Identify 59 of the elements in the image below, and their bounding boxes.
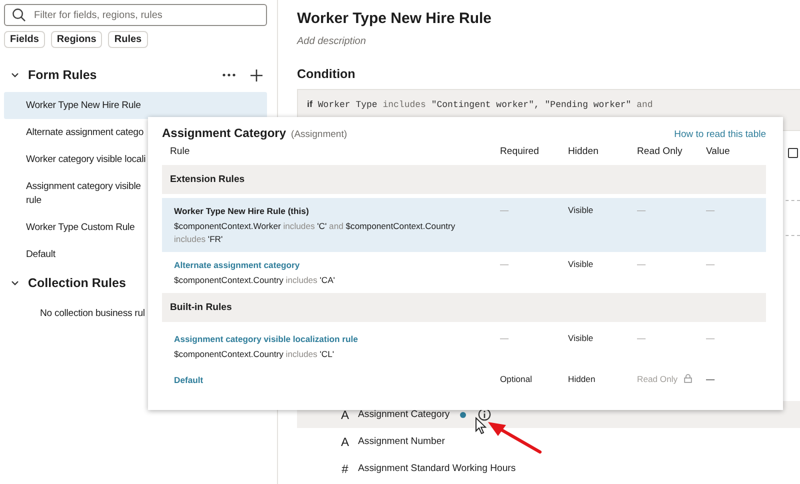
table-cell: —	[637, 259, 646, 269]
table-cell: Read Only	[637, 374, 678, 384]
rule-item[interactable]: Worker Type New Hire Rule	[4, 92, 267, 119]
search-field[interactable]: Filter for fields, regions, rules	[4, 4, 267, 26]
code-line: if Worker Type includes "Contingent worker", "Pending worker" and	[307, 99, 654, 110]
rule-link[interactable]: Alternate assignment category	[174, 259, 300, 271]
rule-name: Worker Type New Hire Rule (this)	[174, 205, 309, 217]
checkbox[interactable]	[788, 148, 798, 158]
mouse-pointer-icon	[475, 417, 487, 435]
table-cell: —	[500, 333, 509, 343]
table-cell: —	[706, 333, 715, 343]
type-icon: A	[340, 434, 350, 448]
filter-chip[interactable]: Regions	[50, 31, 102, 48]
column-header: Read Only	[637, 146, 684, 157]
more-icon[interactable]	[222, 73, 236, 77]
group-title: Extension Rules	[170, 174, 245, 185]
filter-chip[interactable]: Rules	[108, 31, 148, 48]
table-cell: Visible	[568, 205, 594, 215]
section-title: Condition	[297, 67, 356, 81]
field-label[interactable]: Assignment Standard Working Hours	[358, 463, 516, 474]
group-title: Built-in Rules	[170, 302, 232, 313]
column-header: Value	[706, 146, 731, 157]
column-header: Required	[500, 146, 540, 157]
chevron-icon[interactable]	[10, 70, 20, 80]
table-cell: —	[706, 259, 715, 269]
table-cell: Optional	[500, 374, 532, 384]
field-label: Assignment Category	[358, 409, 450, 420]
rule-link[interactable]: Default	[174, 374, 204, 386]
type-icon: #	[340, 462, 350, 476]
description-field[interactable]: Add description	[297, 36, 800, 47]
empty-message: No collection business rul	[40, 308, 145, 319]
info-icon[interactable]	[478, 408, 491, 421]
table-cell: —	[706, 205, 715, 215]
add-icon[interactable]	[250, 68, 263, 82]
search-icon	[12, 8, 26, 22]
table-cell: —	[637, 333, 646, 343]
section-title: Form Rules	[28, 68, 97, 82]
condition-text: $componentContext.Country includes 'CL'	[174, 348, 334, 361]
condition-text: $componentContext.Worker includes 'C' and $componentContext.Country includes 'FR'	[174, 220, 456, 246]
popover-subtitle: (Assignment)	[291, 129, 347, 140]
table-cell: —	[500, 205, 509, 215]
rule-title: Worker Type New Hire Rule	[297, 10, 493, 27]
table-cell: Visible	[568, 259, 594, 269]
table-cell: —	[637, 205, 646, 215]
column-header: Hidden	[568, 146, 600, 157]
table-cell: —	[500, 259, 509, 269]
table-cell: —	[706, 374, 715, 384]
filter-chip[interactable]: Fields	[4, 31, 45, 48]
popover-title: Assignment Category	[162, 126, 286, 140]
table-cell: Hidden	[568, 374, 596, 384]
chevron-icon[interactable]	[10, 278, 20, 288]
field-label[interactable]: Assignment Number	[358, 436, 445, 447]
help-link[interactable]: How to read this table	[674, 129, 766, 140]
section-title: Collection Rules	[28, 276, 126, 290]
type-icon: A	[340, 408, 350, 422]
condition-text: $componentContext.Country includes 'CA'	[174, 274, 335, 287]
rule-link[interactable]: Assignment category visible localization rule	[174, 333, 358, 345]
table-cell: Visible	[568, 333, 594, 343]
column-header: Rule	[169, 146, 191, 157]
